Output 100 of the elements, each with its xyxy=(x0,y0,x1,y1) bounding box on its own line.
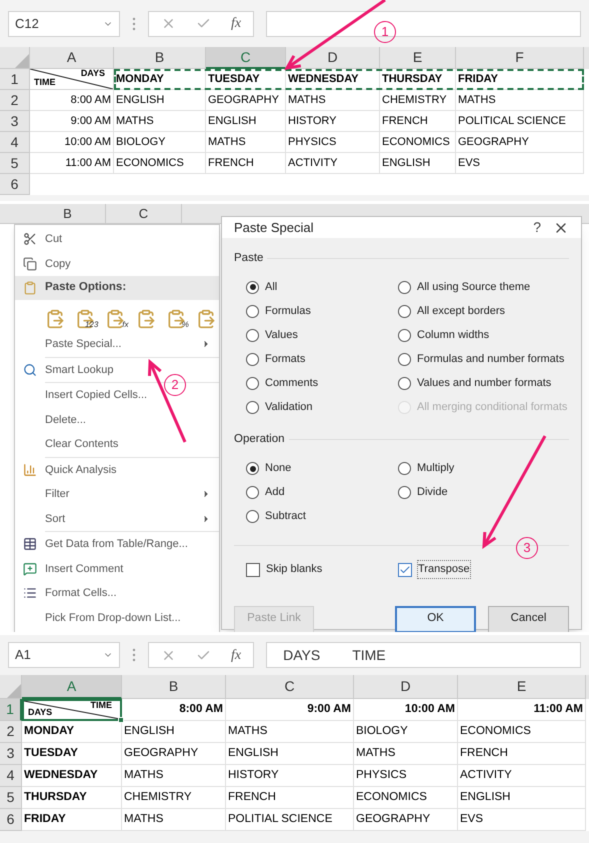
checkbox-label[interactable]: Skip blanks xyxy=(266,561,322,578)
row-header[interactable]: 2 xyxy=(0,721,22,743)
column-header[interactable]: E xyxy=(380,47,456,69)
radio-button[interactable] xyxy=(246,328,259,342)
table-cell: MATHS xyxy=(456,90,584,111)
menu-item[interactable]: Copy xyxy=(45,256,71,272)
column-header[interactable]: C xyxy=(206,47,286,69)
radio-button[interactable] xyxy=(398,280,411,294)
checkbox[interactable] xyxy=(246,562,260,576)
row-header[interactable]: 4 xyxy=(0,132,30,153)
checkbox[interactable] xyxy=(398,562,412,576)
header-cell[interactable]: TIME DAYS xyxy=(22,699,122,721)
row-header[interactable]: 5 xyxy=(0,787,22,809)
radio-option[interactable]: Formulas xyxy=(246,299,398,324)
menu-item[interactable]: Quick Analysis xyxy=(45,462,117,478)
row-header[interactable]: 5 xyxy=(0,153,30,174)
menu-item[interactable]: Filter xyxy=(45,486,70,502)
radio-button[interactable] xyxy=(246,352,259,366)
menu-item[interactable]: Insert Copied Cells... xyxy=(45,387,148,404)
insert-function-button[interactable]: fx xyxy=(231,644,242,666)
radio-button[interactable] xyxy=(398,486,411,499)
scissors-icon xyxy=(23,232,37,246)
menu-item[interactable]: Format Cells... xyxy=(45,585,117,602)
radio-option[interactable]: Values and number formats xyxy=(398,371,569,396)
radio-button[interactable] xyxy=(246,510,259,523)
checkbox-label[interactable]: Transpose xyxy=(418,561,470,578)
fill-handle[interactable] xyxy=(118,717,124,723)
menu-item[interactable]: Paste Special... xyxy=(45,336,122,352)
radio-button[interactable] xyxy=(398,304,411,318)
radio-button[interactable] xyxy=(246,376,259,390)
row-header[interactable]: 3 xyxy=(0,111,30,132)
table-cell: MATHS xyxy=(122,809,226,831)
radio-button[interactable] xyxy=(246,462,259,475)
column-header[interactable]: F xyxy=(456,47,584,69)
radio-button[interactable] xyxy=(398,462,411,475)
table-cell: ACTIVITY xyxy=(458,765,586,787)
row-header[interactable]: 4 xyxy=(0,765,22,787)
radio-button[interactable] xyxy=(246,280,259,294)
radio-option[interactable]: All using Source theme xyxy=(398,275,569,300)
radio-option[interactable]: Add xyxy=(246,480,398,504)
dialog-button[interactable]: OK xyxy=(395,606,476,632)
radio-button[interactable] xyxy=(398,376,411,390)
clipboard-icon xyxy=(196,309,216,329)
column-header[interactable]: C xyxy=(106,204,182,223)
table-cell: MATHS xyxy=(286,90,380,111)
radio-option[interactable]: Formulas and number formats xyxy=(398,347,569,372)
menu-item[interactable]: Clear Contents xyxy=(45,436,118,452)
row-header[interactable]: 2 xyxy=(0,90,30,111)
table-cell: MONDAY xyxy=(114,69,206,90)
column-header[interactable]: B xyxy=(122,675,226,699)
row-header[interactable]: 6 xyxy=(0,809,22,831)
help-button[interactable]: ? xyxy=(521,217,553,238)
column-header[interactable]: B xyxy=(30,204,106,223)
menu-item[interactable]: Delete... xyxy=(45,412,86,428)
column-header[interactable]: D xyxy=(354,675,458,699)
radio-option[interactable]: Formats xyxy=(246,347,398,372)
column-header[interactable]: A xyxy=(22,675,122,699)
column-header[interactable]: D xyxy=(286,47,380,69)
radio-option[interactable]: All except borders xyxy=(398,299,569,324)
clipboard-icon xyxy=(136,309,156,329)
radio-option[interactable]: Subtract xyxy=(246,504,398,528)
menu-item[interactable]: Sort xyxy=(45,510,66,527)
menu-item[interactable]: Insert Comment xyxy=(45,560,124,577)
paste-option-button[interactable]: % xyxy=(166,303,189,329)
more-icon xyxy=(132,16,136,30)
menu-item[interactable]: Pick From Drop-down List... xyxy=(45,610,181,626)
row-header[interactable]: 1 xyxy=(0,69,30,90)
table-cell: ECONOMICS xyxy=(458,721,586,743)
radio-button[interactable] xyxy=(398,328,411,342)
name-box[interactable]: C12 xyxy=(8,10,120,36)
radio-option[interactable]: None xyxy=(246,456,398,480)
radio-option[interactable]: All xyxy=(246,275,398,300)
radio-option[interactable]: Multiply xyxy=(398,456,569,480)
formula-field[interactable]: DAYS TIME xyxy=(266,642,581,668)
menu-item[interactable]: Get Data from Table/Range... xyxy=(45,536,188,552)
radio-button[interactable] xyxy=(246,304,259,318)
formula-field[interactable] xyxy=(266,10,581,36)
radio-button[interactable] xyxy=(398,352,411,366)
paste-option-button[interactable]: fx xyxy=(105,303,129,329)
insert-function-button[interactable]: fx xyxy=(231,13,242,34)
name-box[interactable]: A1 xyxy=(8,642,120,668)
menu-item[interactable]: Smart Lookup xyxy=(45,362,114,378)
radio-button[interactable] xyxy=(246,486,259,499)
paste-option-button[interactable]: 123 xyxy=(75,303,98,329)
dialog-button[interactable]: Cancel xyxy=(488,606,569,632)
header-cell[interactable]: DAYS TIME xyxy=(30,69,114,90)
radio-option[interactable]: Divide xyxy=(398,480,569,504)
row-header[interactable]: 6 xyxy=(0,174,30,195)
column-header[interactable]: E xyxy=(458,675,586,699)
row-header[interactable]: 1 xyxy=(0,699,22,721)
radio-option[interactable]: Values xyxy=(246,323,398,348)
radio-option[interactable]: Column widths xyxy=(398,323,569,348)
row-header[interactable]: 3 xyxy=(0,743,22,765)
table-cell: MONDAY xyxy=(22,721,122,743)
column-header[interactable]: C xyxy=(226,675,354,699)
radio-option[interactable]: Validation xyxy=(246,395,398,420)
menu-item[interactable]: Cut xyxy=(45,231,62,248)
radio-option[interactable]: Comments xyxy=(246,371,398,396)
table-cell: GEOGRAPHY xyxy=(456,132,584,153)
radio-button[interactable] xyxy=(246,400,259,414)
